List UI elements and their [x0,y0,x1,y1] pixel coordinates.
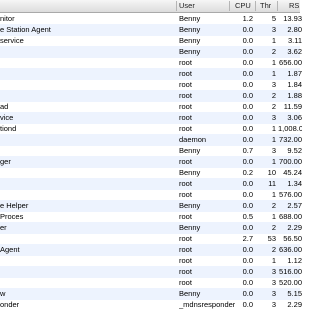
column-divider[interactable] [176,1,177,11]
column-header-user[interactable]: User [179,0,195,12]
table-row[interactable]: onder _mdnsresponder 0.0 3 2.29 [0,299,302,311]
column-header-rs[interactable]: RS [289,0,299,12]
column-header-cpu[interactable]: CPU [235,0,251,12]
user-cell: _mdnsresponder [179,300,235,309]
column-header-threads[interactable]: Thr [260,0,271,12]
process-name-cell: onder [0,300,20,309]
table-header: User CPU Thr RS [0,0,300,13]
column-divider[interactable] [277,1,278,11]
real-memory-cell: 2.29 [287,300,302,309]
column-divider[interactable] [255,1,256,11]
column-divider[interactable] [229,1,230,11]
threads-cell: 3 [271,300,276,309]
cpu-cell: 0.0 [242,300,253,309]
process-table: User CPU Thr RS nitor Benny 1.2 5 13.93 e Sta… [0,0,302,309]
